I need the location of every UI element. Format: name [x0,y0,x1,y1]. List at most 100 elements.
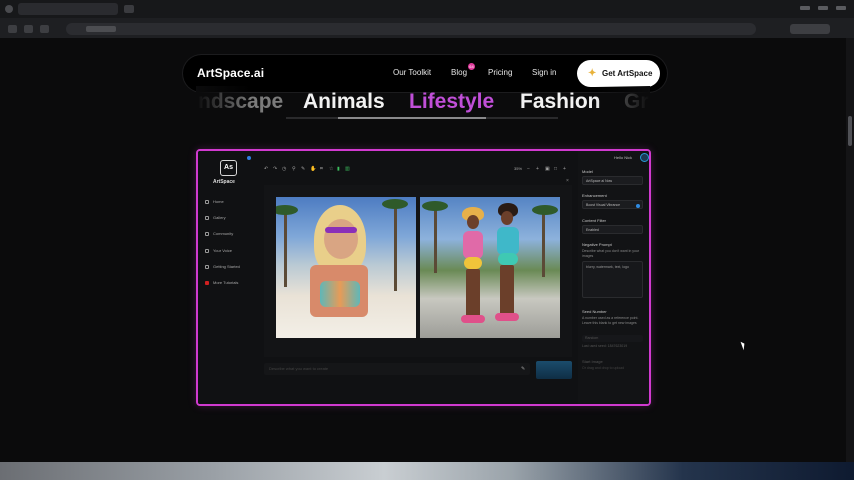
back-icon[interactable] [8,25,17,33]
palm-frond [532,205,558,215]
start-image-label: Start Image [582,359,603,364]
zoom-out-icon[interactable]: − [527,165,530,173]
nav-link-blog[interactable]: Blog [451,68,467,77]
carousel-fade-right [595,86,650,118]
negative-prompt-description: Describe what you don't want in your ima… [582,249,640,258]
seed-label: Seed Number [582,309,607,314]
image-canvas[interactable] [264,185,572,357]
frame-icon[interactable]: □ [554,165,557,173]
app-logo-mark: As [220,160,237,176]
roller-skates [495,313,519,321]
palm-tree [394,201,397,291]
browser-tab[interactable] [18,3,118,15]
sidebar-label: More Tutorials [213,280,239,285]
zoom-in-icon[interactable]: + [536,165,539,173]
browser-toolbar [0,20,854,38]
pin-icon[interactable]: ⚲ [292,165,296,173]
brush-icon[interactable]: ✎ [301,165,305,173]
hand-icon[interactable]: ✋ [310,165,316,173]
negative-prompt-label: Negative Prompt [582,242,612,247]
star-icon[interactable]: ☆ [329,165,333,173]
sidebar-item-home[interactable]: Home [205,198,224,206]
palm-frond [382,199,408,209]
sidebar-item-gallery[interactable]: Gallery [205,214,226,222]
undo-icon[interactable]: ↶ [264,165,268,173]
collapse-sidebar-icon[interactable] [247,156,251,160]
extensions-icon[interactable] [790,24,830,34]
add-icon[interactable]: + [563,165,566,173]
content-filter-select[interactable]: Enabled [582,225,643,234]
nav-link-sign-in[interactable]: Sign in [532,68,556,77]
page-scrollbar[interactable] [846,38,854,462]
sidebar-item-getting-started[interactable]: Getting Started [205,263,240,271]
sidebar-label: Your Voice [213,248,232,253]
site-logo[interactable]: ArtSpace.ai [197,66,264,80]
sidebar-item-more-tutorials[interactable]: More Tutorials [205,279,238,287]
sunglasses [325,227,357,233]
forward-icon[interactable] [24,25,33,33]
image-icon[interactable]: ▣ [545,165,550,173]
reload-icon[interactable] [40,25,49,33]
mouse-cursor [740,340,747,351]
settings-panel: Hello Nick Model ArtSpace ai Now Enhance… [578,151,649,404]
face [501,211,513,225]
redo-icon[interactable]: ↷ [273,165,277,173]
chart-icon[interactable]: ▥ [345,165,350,173]
sidebar-item-your-voice[interactable]: Your Voice [205,247,232,255]
enhancement-value: Boost Visual Vibrance [586,203,621,207]
carousel-progress-indicator [338,117,486,119]
scrollbar-thumb[interactable] [848,116,852,146]
palm-tree [434,203,437,273]
minimize-icon[interactable] [800,6,810,10]
seed-description: A number used as a reference point. Leav… [582,316,639,325]
generated-image-beach[interactable] [276,197,416,338]
sidebar-item-community[interactable]: Community [205,230,233,238]
top [463,231,483,259]
window-control-icon[interactable] [5,5,13,13]
avatar[interactable] [640,153,649,162]
face [467,215,479,229]
prompt-input[interactable]: Describe what you want to create [264,363,530,375]
get-artspace-button[interactable]: ✦ Get ArtSpace [577,60,660,87]
close-window-icon[interactable] [836,6,846,10]
model-select[interactable]: ArtSpace ai Now [582,176,643,185]
maximize-icon[interactable] [818,6,828,10]
address-bar[interactable] [66,23,756,35]
enhancement-toggle[interactable] [636,204,640,208]
sidebar-label: Getting Started [213,264,240,269]
face [324,219,358,259]
generate-button[interactable] [536,361,572,379]
app-demo-frame: As ArtSpace Home Gallery Community Your … [196,149,651,406]
category-fashion[interactable]: Fashion [520,90,601,114]
canvas-toolbar: ↶ ↷ ◷ ⚲ ✎ ✋ ⌗ ☆ ▮ ▥ 35% − + ▣ □ + [264,165,574,173]
community-icon [205,232,209,236]
negative-prompt-input[interactable]: blurry, watermark, text, logo [582,261,643,298]
edit-icon[interactable]: ✎ [521,365,525,373]
legs [500,265,514,315]
generated-image-skaters[interactable] [420,197,560,338]
palm-tree [284,207,287,287]
close-canvas-icon[interactable]: × [566,178,569,184]
shorts [464,257,482,269]
youtube-icon [205,281,209,285]
carousel-fade-left [196,86,251,118]
enhancement-select[interactable]: Boost Visual Vibrance [582,200,643,209]
app-logo-text: ArtSpace [213,179,235,185]
seed-hint: Last used seed: 1847623019 [582,344,628,348]
history-icon[interactable]: ◷ [282,165,286,173]
sidebar-label: Gallery [213,215,226,220]
seed-input[interactable]: Random [582,335,643,342]
prompt-bar: Describe what you want to create ✎ [264,361,574,379]
category-lifestyle[interactable]: Lifestyle [409,90,494,114]
layers-icon[interactable]: ▮ [337,165,340,173]
crop-icon[interactable]: ⌗ [320,165,323,173]
start-image-hint[interactable]: Or drag and drop to upload [582,366,644,371]
gallery-icon [205,216,209,220]
cta-label: Get ArtSpace [602,69,653,78]
nav-link-toolkit[interactable]: Our Toolkit [393,68,431,77]
zoom-level[interactable]: 35% [514,165,522,173]
home-icon [205,200,209,204]
new-tab-icon[interactable] [124,5,134,13]
nav-link-pricing[interactable]: Pricing [488,68,512,77]
category-animals[interactable]: Animals [303,90,385,114]
